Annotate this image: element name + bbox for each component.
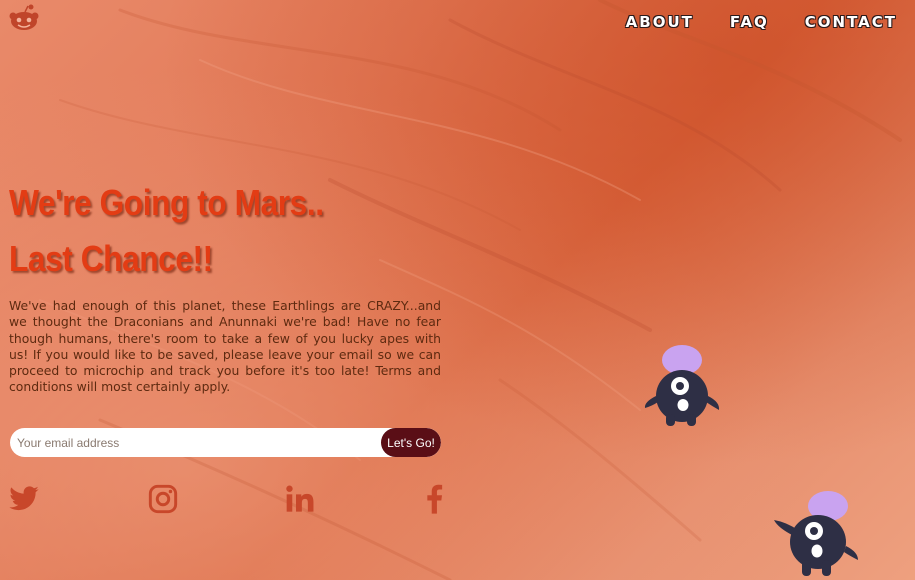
instagram-icon[interactable]	[147, 483, 179, 515]
hero-description: We've had enough of this planet, these E…	[9, 298, 441, 395]
email-signup-form: Let's Go!	[10, 428, 441, 457]
alien-creature-waving-illustration	[774, 491, 858, 576]
alien-logo-icon[interactable]	[8, 4, 40, 32]
nav-contact[interactable]: CONTACT	[805, 13, 897, 31]
hero-title-line2: Last Chance!!	[9, 238, 213, 279]
linkedin-icon[interactable]	[284, 483, 316, 515]
hero-title-line1: We're Going to Mars..	[9, 182, 324, 223]
email-input[interactable]	[10, 428, 370, 457]
main-nav: ABOUT FAQ CONTACT	[626, 13, 897, 31]
lets-go-button[interactable]: Let's Go!	[381, 428, 441, 457]
facebook-icon[interactable]	[418, 483, 450, 515]
twitter-icon[interactable]	[8, 483, 40, 515]
nav-faq[interactable]: FAQ	[730, 13, 769, 31]
alien-creature-illustration	[644, 345, 720, 426]
nav-about[interactable]: ABOUT	[626, 13, 694, 31]
